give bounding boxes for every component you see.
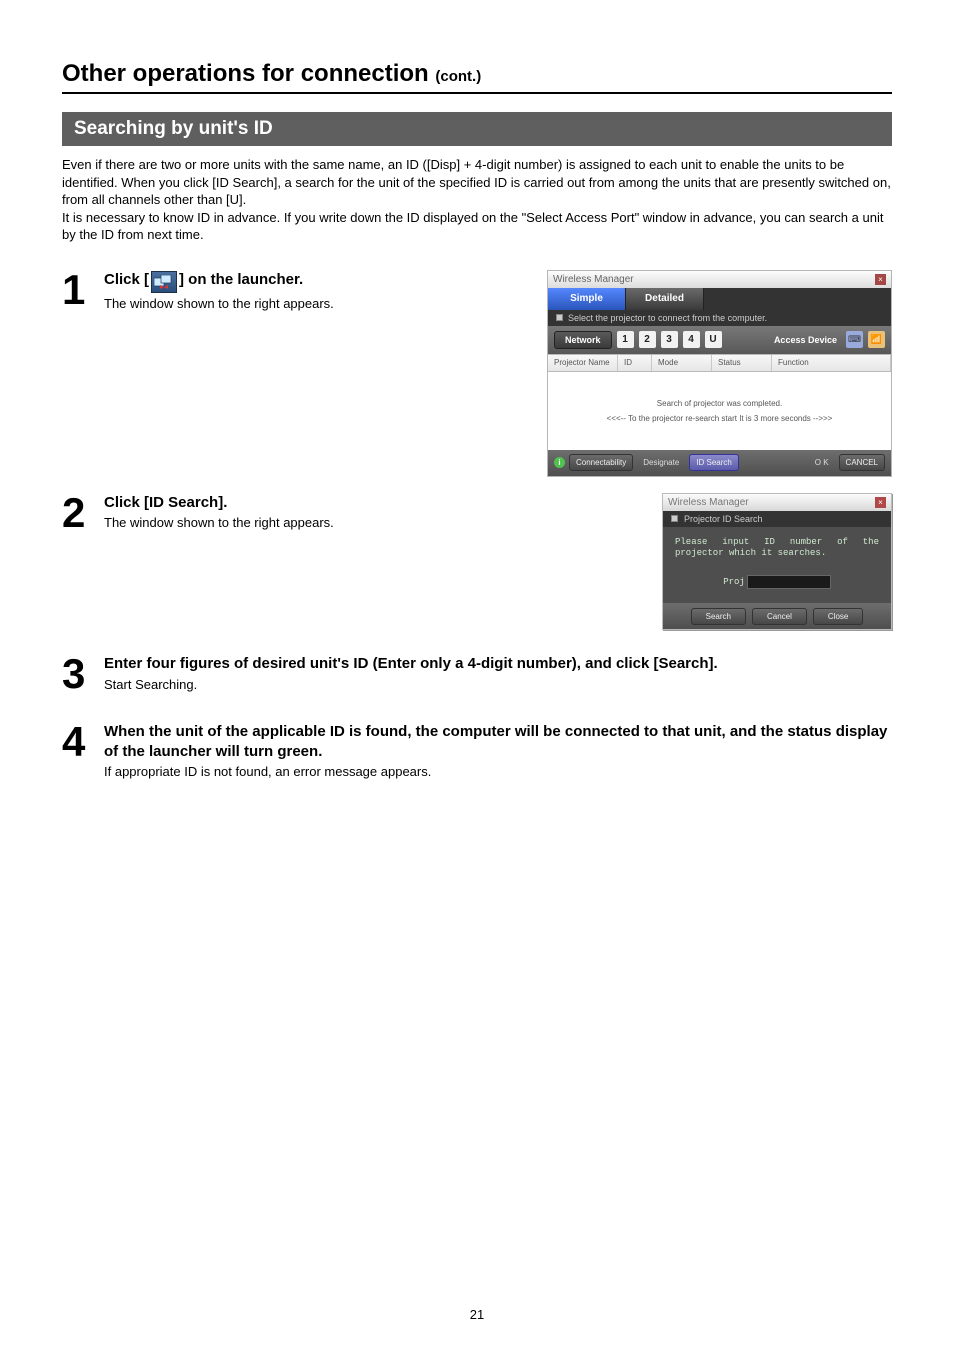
square-icon bbox=[556, 314, 563, 321]
wm-column-headers: Projector Name ID Mode Status Function bbox=[548, 354, 891, 372]
page-number: 21 bbox=[0, 1307, 954, 1322]
step-4-number: 4 bbox=[62, 722, 90, 762]
id-dialog-message: Please input ID number of the projector … bbox=[675, 537, 879, 560]
col-projector-name: Projector Name bbox=[548, 355, 618, 371]
wm-title: Wireless Manager bbox=[553, 274, 634, 285]
wm-body: Search of projector was completed. <<<--… bbox=[548, 372, 891, 450]
step-1-number: 1 bbox=[62, 270, 90, 310]
designate-button[interactable]: Designate bbox=[637, 455, 685, 470]
wm-tabs: Simple Detailed bbox=[548, 288, 891, 310]
id-search-button[interactable]: ID Search bbox=[689, 454, 739, 471]
cancel-button[interactable]: CANCEL bbox=[839, 454, 885, 471]
access-device-label: Access Device bbox=[774, 335, 841, 345]
step-3-number: 3 bbox=[62, 654, 90, 694]
close-icon[interactable]: × bbox=[875, 274, 886, 285]
launcher-screens-icon bbox=[151, 271, 177, 293]
wm-instruction-text: Select the projector to connect from the… bbox=[568, 313, 767, 323]
col-status: Status bbox=[712, 355, 772, 371]
id-search-dialog: Wireless Manager × Projector ID Search P… bbox=[662, 493, 892, 631]
id-dialog-subtitle: Projector ID Search bbox=[684, 514, 763, 524]
search-button[interactable]: Search bbox=[691, 608, 746, 625]
wired-device-icon[interactable]: ⌨ bbox=[846, 331, 863, 348]
step-2-number: 2 bbox=[62, 493, 90, 533]
wm-footer: i Connectability Designate ID Search O K… bbox=[548, 450, 891, 476]
wm-body-line1: Search of projector was completed. bbox=[657, 399, 782, 408]
close-icon[interactable]: × bbox=[875, 497, 886, 508]
step-4-desc: If appropriate ID is not found, an error… bbox=[104, 763, 892, 781]
tab-simple[interactable]: Simple bbox=[548, 288, 626, 310]
wm-toolbar: Network 1 2 3 4 U Access Device ⌨ 📶 bbox=[548, 326, 891, 354]
projector-id-input[interactable] bbox=[747, 575, 831, 589]
id-dialog-body: Please input ID number of the projector … bbox=[663, 527, 891, 604]
wm-instruction: Select the projector to connect from the… bbox=[548, 310, 891, 326]
channel-1-button[interactable]: 1 bbox=[617, 331, 634, 348]
id-input-label: Proj bbox=[723, 577, 745, 587]
step-1-heading: Click [ ] on the launcher. bbox=[104, 270, 462, 293]
square-icon bbox=[671, 515, 678, 522]
col-id: ID bbox=[618, 355, 652, 371]
page-title-text: Other operations for connection bbox=[62, 60, 429, 87]
channel-u-button[interactable]: U bbox=[705, 331, 722, 348]
id-dialog-titlebar: Wireless Manager × bbox=[663, 494, 891, 511]
id-dialog-subtitle-bar: Projector ID Search bbox=[663, 511, 891, 527]
channel-2-button[interactable]: 2 bbox=[639, 331, 656, 348]
tab-detailed[interactable]: Detailed bbox=[626, 288, 704, 310]
connectability-button[interactable]: Connectability bbox=[569, 454, 633, 471]
channel-4-button[interactable]: 4 bbox=[683, 331, 700, 348]
col-function: Function bbox=[772, 355, 891, 371]
step-1-desc: The window shown to the right appears. bbox=[104, 295, 462, 313]
col-mode: Mode bbox=[652, 355, 712, 371]
wireless-manager-window: Wireless Manager × Simple Detailed Selec… bbox=[547, 270, 892, 477]
step-2-heading: Click [ID Search]. bbox=[104, 493, 462, 513]
id-dialog-title: Wireless Manager bbox=[668, 497, 749, 508]
wm-body-line2: <<<-- To the projector re-search start I… bbox=[607, 414, 833, 423]
cancel-button[interactable]: Cancel bbox=[752, 608, 807, 625]
step-2-desc: The window shown to the right appears. bbox=[104, 514, 462, 532]
wireless-device-icon[interactable]: 📶 bbox=[868, 331, 885, 348]
step-4-heading: When the unit of the applicable ID is fo… bbox=[104, 722, 892, 761]
info-icon[interactable]: i bbox=[554, 457, 565, 468]
section-intro: Even if there are two or more units with… bbox=[62, 156, 892, 244]
title-rule bbox=[62, 92, 892, 94]
close-button[interactable]: Close bbox=[813, 608, 863, 625]
id-input-row: Proj bbox=[675, 575, 879, 589]
step-1-heading-pre: Click [ bbox=[104, 271, 149, 288]
page-title: Other operations for connection (cont.) bbox=[62, 60, 892, 88]
page-title-cont: (cont.) bbox=[435, 68, 481, 85]
channel-3-button[interactable]: 3 bbox=[661, 331, 678, 348]
step-3-heading: Enter four figures of desired unit's ID … bbox=[104, 654, 892, 674]
wm-titlebar: Wireless Manager × bbox=[548, 271, 891, 288]
step-3-desc: Start Searching. bbox=[104, 676, 892, 694]
section-heading: Searching by unit's ID bbox=[62, 112, 892, 146]
id-dialog-footer: Search Cancel Close bbox=[663, 603, 891, 629]
step-1-heading-post: ] on the launcher. bbox=[179, 271, 303, 288]
ok-button[interactable]: O K bbox=[809, 455, 835, 470]
network-button[interactable]: Network bbox=[554, 331, 612, 349]
